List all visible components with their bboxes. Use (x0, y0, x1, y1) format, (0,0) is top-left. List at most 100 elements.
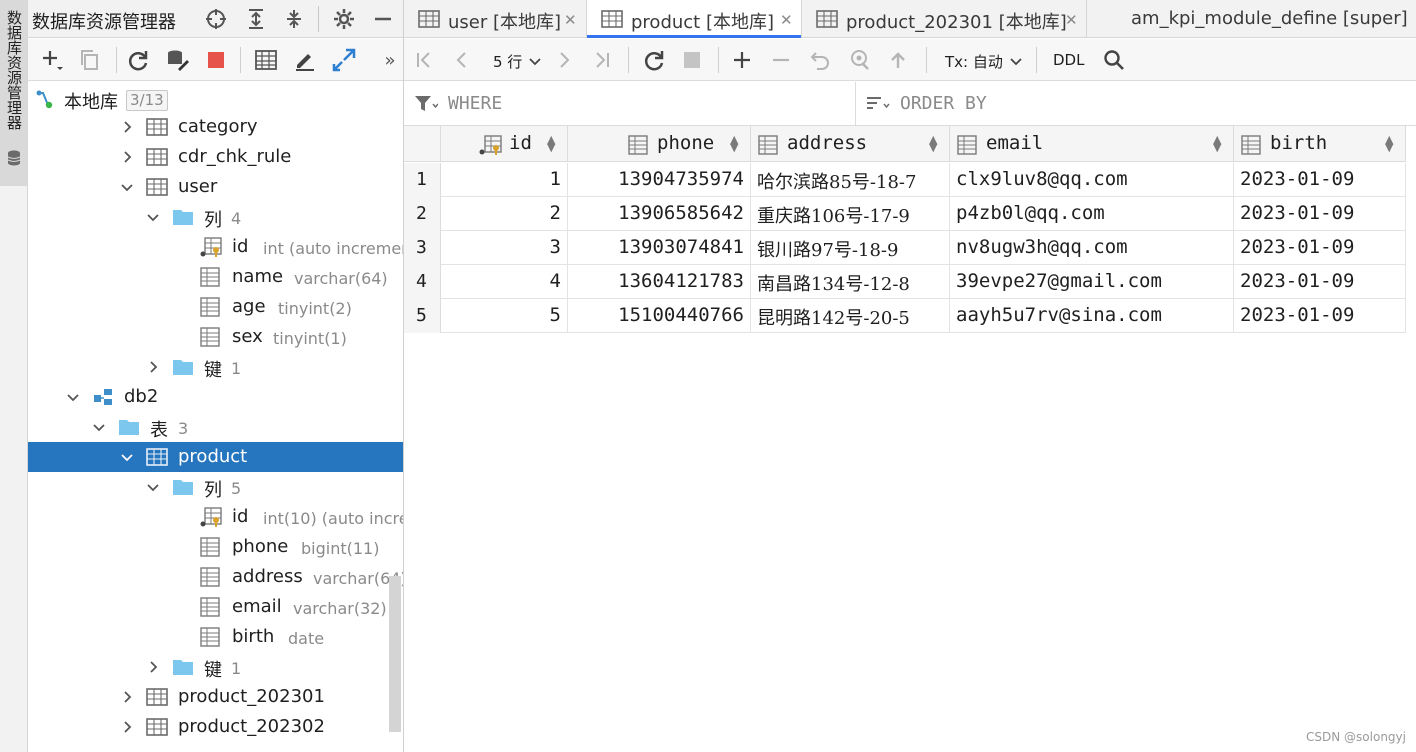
tree-node-column[interactable]: email varchar(32) (28, 592, 403, 622)
gear-icon[interactable] (332, 7, 356, 31)
tree-node-table[interactable]: cdr_chk_rule (28, 142, 403, 172)
tree-node-column[interactable]: phone bigint(11) (28, 532, 403, 562)
tree-node-column[interactable]: age tinyint(2) (28, 292, 403, 322)
cell-birth[interactable]: 2023-01-09 (1234, 197, 1406, 231)
chevron-down-icon[interactable] (120, 450, 134, 464)
tree-scrollbar-thumb[interactable] (389, 576, 401, 732)
cell-address[interactable]: 哈尔滨路85号-18-7 (751, 163, 950, 197)
table-view-icon[interactable] (254, 48, 278, 72)
sort-toggle-icon[interactable]: ▲ ▼ (1385, 134, 1393, 153)
cell-id[interactable]: 4 (441, 265, 568, 299)
revert-icon[interactable] (808, 48, 832, 72)
previous-page-icon[interactable] (450, 48, 474, 72)
column-header-address[interactable]: address ▲ ▼ (751, 126, 950, 162)
cell-phone[interactable]: 15100440766 (568, 299, 751, 333)
tree-node-column[interactable]: birth date (28, 622, 403, 652)
tree-node-table[interactable]: user (28, 172, 403, 202)
sort-toggle-icon[interactable]: ▲ ▼ (547, 134, 555, 153)
crosshair-icon[interactable] (204, 7, 228, 31)
column-header-email[interactable]: email ▲ ▼ (950, 126, 1234, 162)
db-properties-icon[interactable] (166, 48, 190, 72)
cell-email[interactable]: aayh5u7rv@sina.com (950, 299, 1234, 333)
refresh-icon[interactable] (126, 48, 150, 72)
chevron-down-icon[interactable] (146, 480, 160, 494)
column-header-phone[interactable]: phone ▲ ▼ (568, 126, 751, 162)
tree-node-columns-folder[interactable]: 列 4 (28, 202, 403, 232)
tree-node-column[interactable]: name varchar(64) (28, 262, 403, 292)
chevron-down-icon[interactable] (120, 180, 134, 194)
copy-icon[interactable] (78, 48, 102, 72)
chevron-down-icon[interactable] (146, 210, 160, 224)
tree-node-tables-folder[interactable]: 表 3 (28, 412, 403, 442)
minimize-icon[interactable] (371, 7, 395, 31)
close-icon[interactable]: ✕ (780, 11, 793, 29)
chevron-down-icon[interactable] (92, 420, 106, 434)
cell-address[interactable]: 昆明路142号-20-5 (751, 299, 950, 333)
stop-icon[interactable] (204, 48, 228, 72)
order-by-input[interactable]: ORDER BY (856, 82, 1416, 126)
chevron-right-icon[interactable] (146, 360, 160, 374)
expand-all-icon[interactable] (244, 7, 268, 31)
cell-phone[interactable]: 13906585642 (568, 197, 751, 231)
cell-email[interactable]: p4zb0l@qq.com (950, 197, 1234, 231)
tab-user[interactable]: user [本地库] ✕ (404, 0, 586, 38)
tree-node-column[interactable]: sex tinyint(1) (28, 322, 403, 352)
first-page-icon[interactable] (412, 48, 436, 72)
tree-node-datasource[interactable]: 本地库 3/13 (28, 84, 403, 114)
where-filter-input[interactable]: WHERE (404, 82, 855, 126)
table-row[interactable]: 3 3 13903074841 银川路97号-18-9 nv8ugw3h@qq.… (404, 231, 1406, 265)
table-row[interactable]: 4 4 13604121783 南昌路134号-12-8 39evpe27@gm… (404, 265, 1406, 299)
sort-toggle-icon[interactable]: ▲ ▼ (1213, 134, 1221, 153)
tab-product[interactable]: product [本地库] ✕ (587, 0, 801, 38)
cell-email[interactable]: 39evpe27@gmail.com (950, 265, 1234, 299)
cell-address[interactable]: 南昌路134号-12-8 (751, 265, 950, 299)
table-row[interactable]: 5 5 15100440766 昆明路142号-20-5 aayh5u7rv@s… (404, 299, 1406, 333)
sort-toggle-icon[interactable]: ▲ ▼ (730, 134, 738, 153)
database-explorer-side-tab[interactable]: 数据库资源管理器 (0, 0, 27, 186)
cell-birth[interactable]: 2023-01-09 (1234, 265, 1406, 299)
tree-node-table[interactable]: category (28, 112, 403, 142)
chevron-down-icon[interactable] (66, 390, 80, 404)
ddl-button[interactable]: DDL (1053, 51, 1084, 69)
cell-birth[interactable]: 2023-01-09 (1234, 163, 1406, 197)
tree-node-column[interactable]: address varchar(64) (28, 562, 403, 592)
edit-icon[interactable] (293, 48, 317, 72)
cell-id[interactable]: 1 (441, 163, 568, 197)
chevron-right-icon[interactable] (146, 660, 160, 674)
cell-id[interactable]: 3 (441, 231, 568, 265)
table-row[interactable]: 1 1 13904735974 哈尔滨路85号-18-7 clx9luv8@qq… (404, 163, 1406, 197)
last-page-icon[interactable] (590, 48, 614, 72)
column-header-id[interactable]: id ▲ ▼ (441, 126, 568, 162)
cell-phone[interactable]: 13903074841 (568, 231, 751, 265)
next-page-icon[interactable] (552, 48, 576, 72)
cell-id[interactable]: 2 (441, 197, 568, 231)
schema-count-badge[interactable]: 3/13 (126, 90, 168, 111)
tree-node-keys-folder[interactable]: 键 1 (28, 652, 403, 682)
tab-am-kpi-module-define[interactable]: am_kpi_module_define [super] (1087, 0, 1416, 38)
add-icon[interactable] (40, 48, 64, 72)
transaction-mode-selector[interactable]: Tx: 自动 (945, 51, 1022, 72)
cell-address[interactable]: 银川路97号-18-9 (751, 231, 950, 265)
submit-icon[interactable] (886, 48, 910, 72)
cell-birth[interactable]: 2023-01-09 (1234, 299, 1406, 333)
cell-phone[interactable]: 13604121783 (568, 265, 751, 299)
close-icon[interactable]: ✕ (1065, 11, 1078, 29)
cell-address[interactable]: 重庆路106号-17-9 (751, 197, 950, 231)
cell-email[interactable]: nv8ugw3h@qq.com (950, 231, 1234, 265)
tree-node-columns-folder[interactable]: 列 5 (28, 472, 403, 502)
tree-node-table[interactable]: product_202301 (28, 682, 403, 712)
refresh-icon[interactable] (642, 48, 666, 72)
cell-id[interactable]: 5 (441, 299, 568, 333)
preview-changes-icon[interactable] (847, 48, 871, 72)
tree-node-column[interactable]: id int(10) (auto increment) (28, 502, 403, 532)
search-icon[interactable] (1102, 48, 1126, 72)
delete-row-icon[interactable] (769, 48, 793, 72)
more-actions-icon[interactable]: » (378, 48, 402, 72)
tree-node-keys-folder[interactable]: 键 1 (28, 352, 403, 382)
close-icon[interactable]: ✕ (564, 11, 577, 29)
cell-birth[interactable]: 2023-01-09 (1234, 231, 1406, 265)
add-row-icon[interactable] (730, 48, 754, 72)
collapse-all-icon[interactable] (282, 7, 306, 31)
chevron-right-icon[interactable] (120, 690, 134, 704)
chevron-right-icon[interactable] (120, 150, 134, 164)
